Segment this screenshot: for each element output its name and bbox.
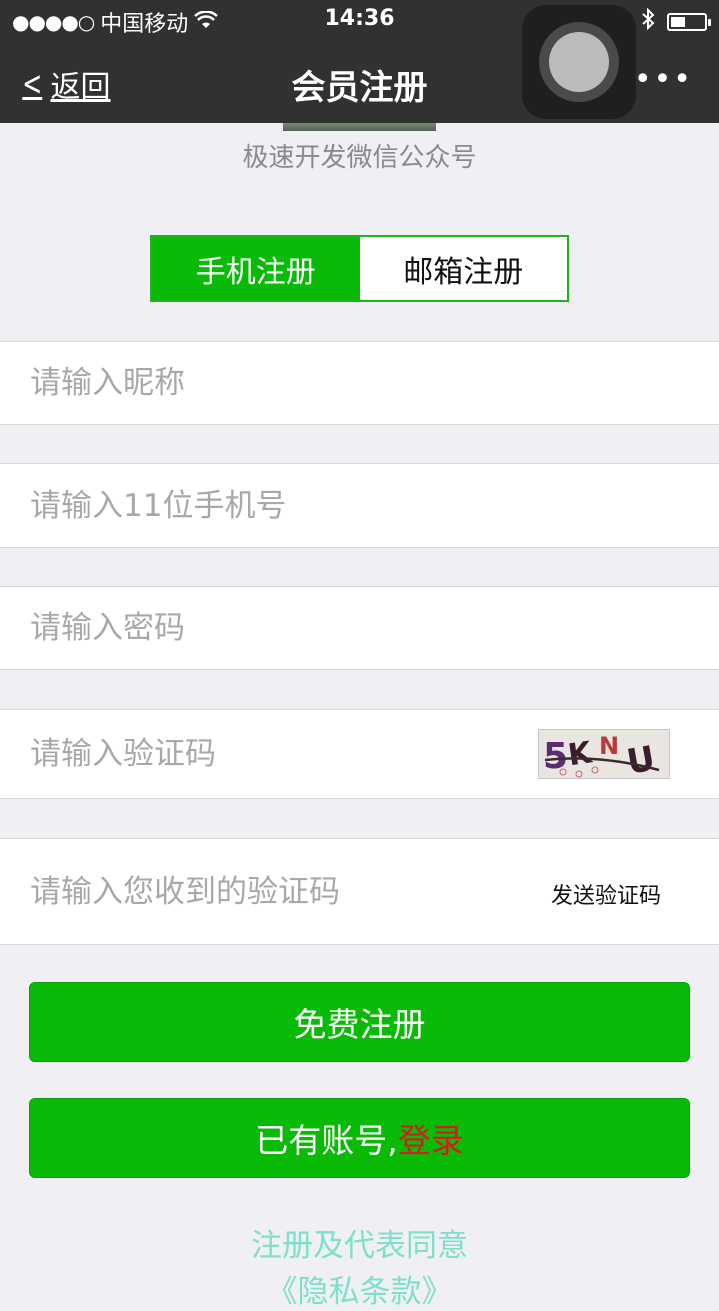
captcha-input[interactable] [30, 710, 510, 798]
agreement-text: 注册及代表同意 [251, 1228, 468, 1264]
send-code-button[interactable]: 发送验证码 [551, 878, 661, 910]
brand-logo [283, 123, 436, 131]
tab-email-register[interactable]: 邮箱注册 [360, 237, 568, 300]
captcha-char-1: 5 [543, 736, 568, 777]
password-input[interactable] [30, 587, 510, 669]
nickname-row [0, 341, 719, 425]
tab-phone-register[interactable]: 手机注册 [152, 237, 360, 300]
register-button[interactable]: 免费注册 [29, 982, 690, 1062]
login-button[interactable]: 已有账号, 登录 [29, 1098, 690, 1178]
register-type-tabs: 手机注册 邮箱注册 [150, 235, 569, 302]
captcha-char-3: N [599, 732, 619, 760]
captcha-row: 5 K N U [0, 709, 719, 799]
phone-input[interactable] [30, 464, 510, 547]
has-account-label: 已有账号, [255, 1121, 398, 1160]
password-row [0, 586, 719, 670]
top-bar: ●●●●○ 中国移动 14:36 < 返回 会员注册 ••• [0, 0, 719, 123]
sms-code-input[interactable] [30, 839, 510, 944]
nickname-input[interactable] [30, 342, 510, 424]
brand-name: 极速开发微信公众号 [242, 143, 477, 173]
assistive-touch-button[interactable] [522, 5, 636, 119]
bluetooth-icon [641, 7, 655, 35]
phone-row [0, 463, 719, 548]
login-link[interactable]: 登录 [398, 1114, 464, 1162]
privacy-policy-link[interactable]: 《隐私条款》 [0, 1266, 719, 1311]
sms-code-row: 发送验证码 [0, 838, 719, 945]
captcha-image[interactable]: 5 K N U [538, 729, 670, 783]
battery-icon [667, 12, 711, 31]
more-menu-button[interactable]: ••• [634, 62, 693, 97]
